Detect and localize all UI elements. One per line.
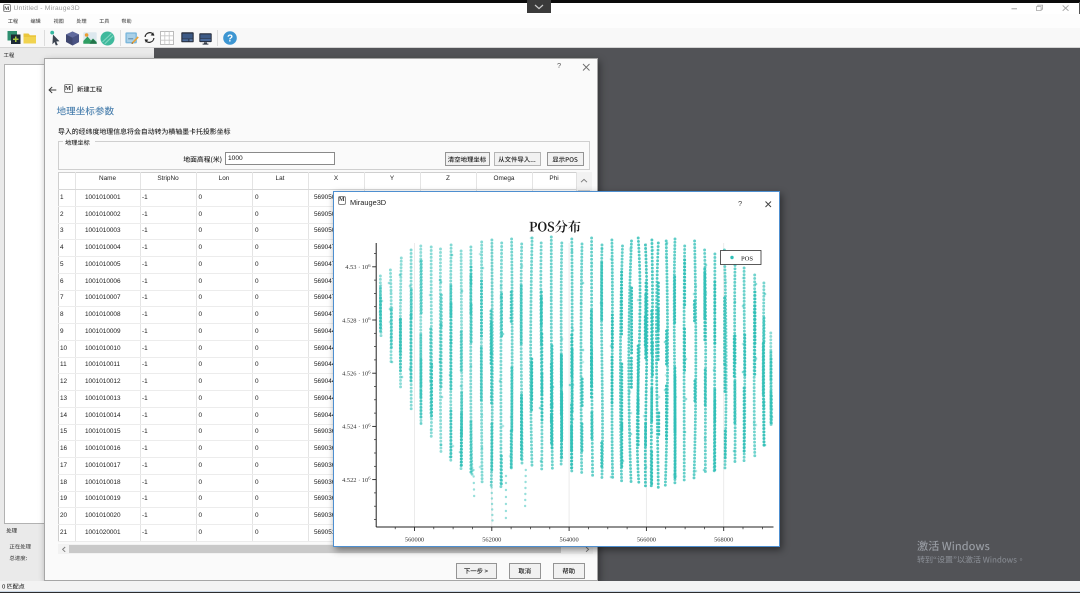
svg-text:564000: 564000 bbox=[560, 537, 579, 544]
svg-text:4.522 · 106: 4.522 · 106 bbox=[342, 476, 371, 484]
svg-text:4.528 · 106: 4.528 · 106 bbox=[342, 316, 371, 324]
svg-text:4.526 · 106: 4.526 · 106 bbox=[342, 369, 371, 377]
svg-text:566000: 566000 bbox=[637, 537, 656, 544]
svg-text:4.524 · 106: 4.524 · 106 bbox=[342, 423, 371, 431]
svg-text:560000: 560000 bbox=[405, 537, 424, 544]
svg-text:4.53 · 106: 4.53 · 106 bbox=[345, 263, 371, 271]
svg-text:568000: 568000 bbox=[714, 537, 733, 544]
svg-text:POS: POS bbox=[741, 255, 753, 262]
svg-text:562000: 562000 bbox=[482, 537, 501, 544]
